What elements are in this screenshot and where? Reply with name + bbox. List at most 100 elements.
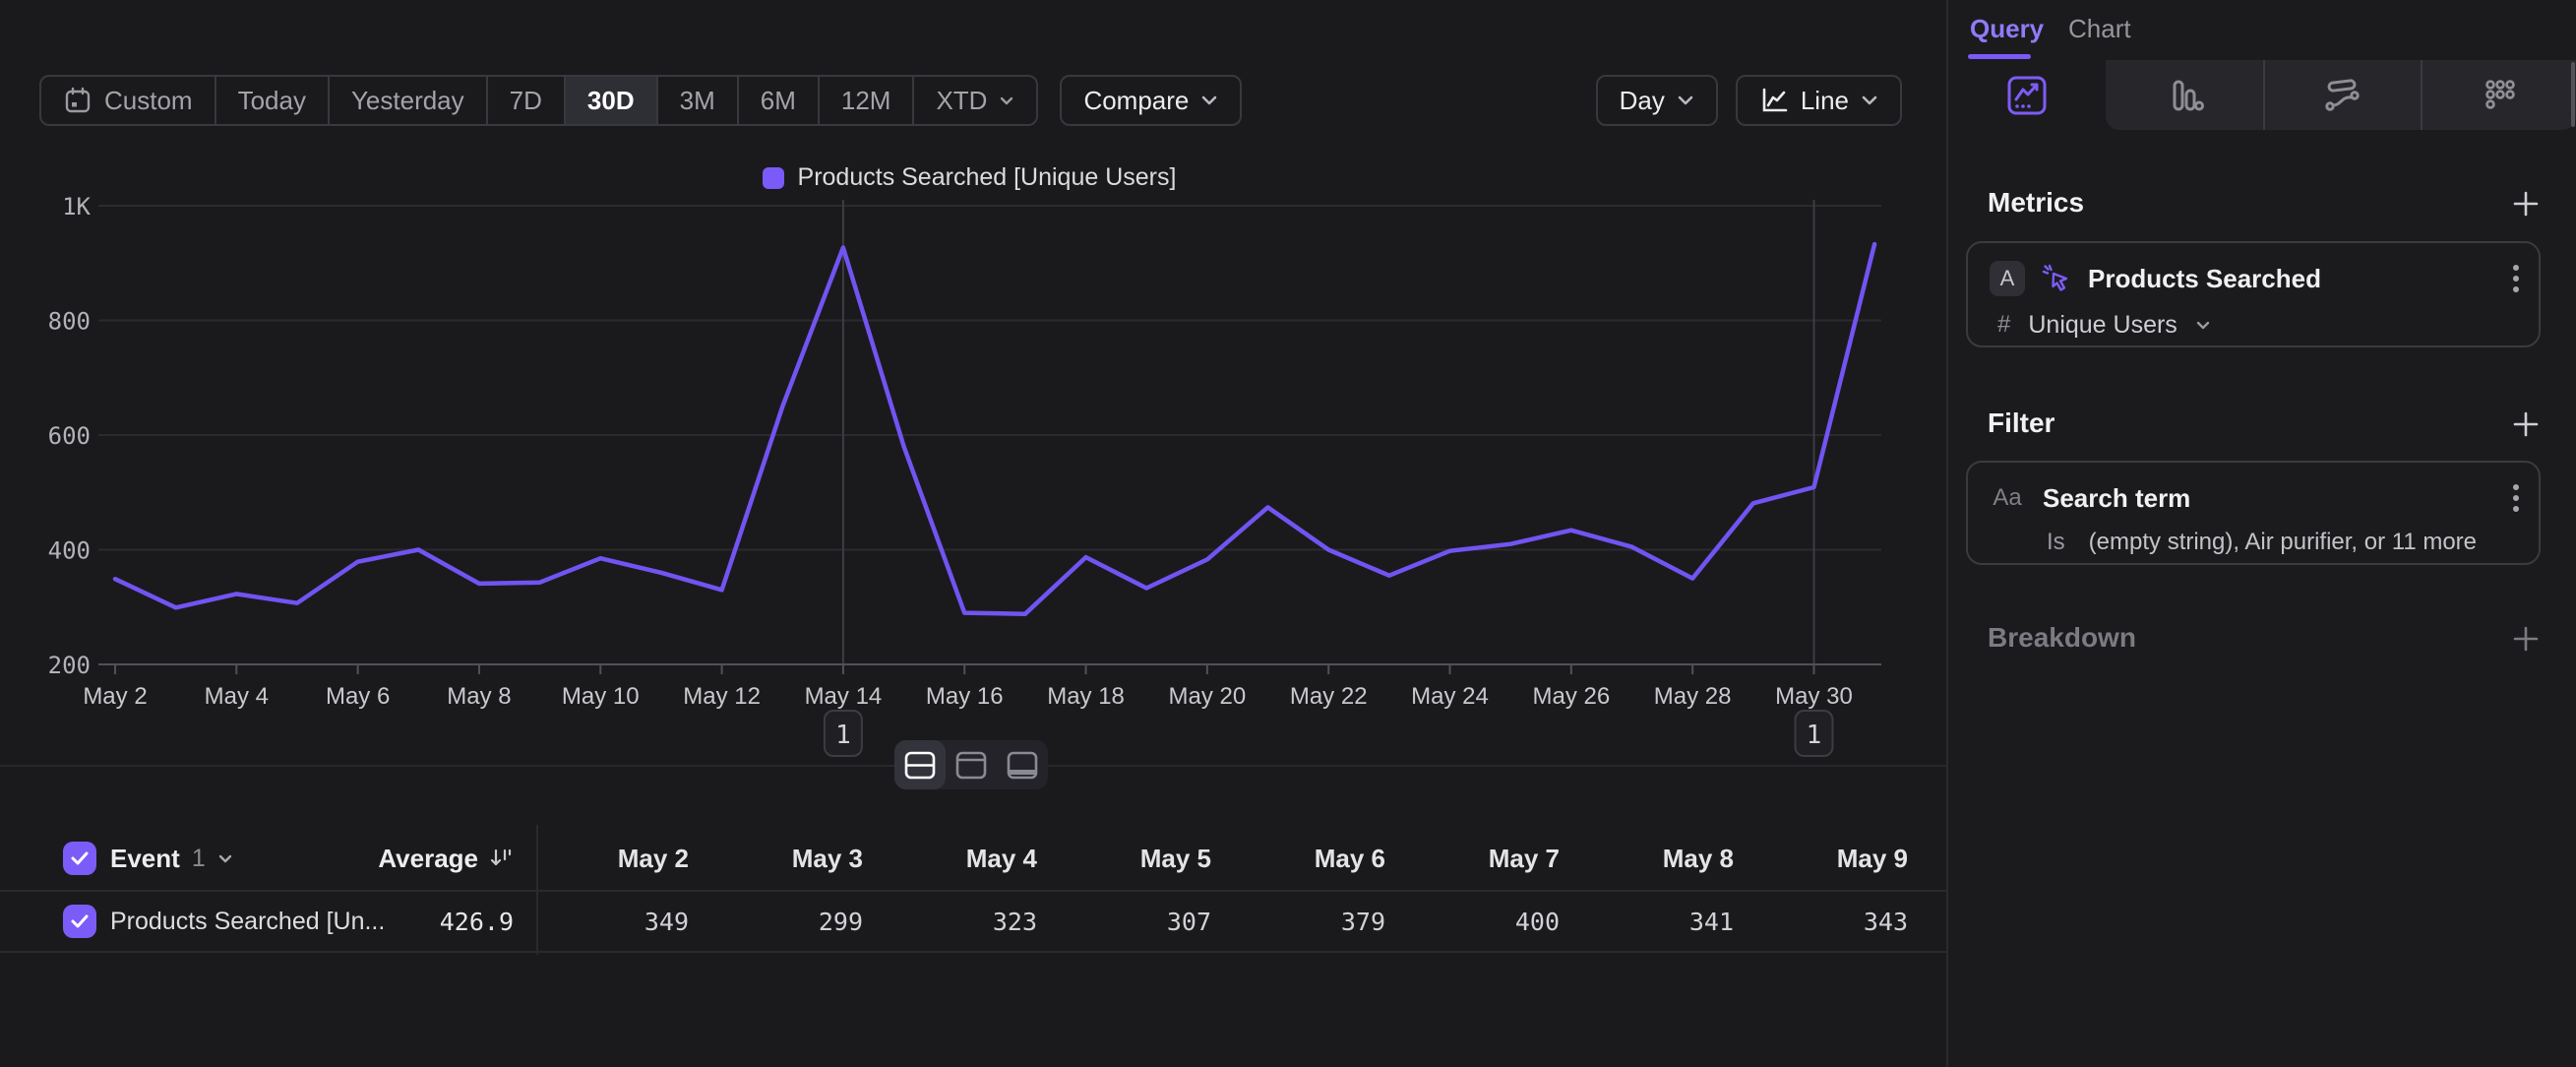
date-cell-value: 349 <box>521 892 689 951</box>
chevron-down-icon[interactable] <box>217 853 233 864</box>
date-column-header: May 9 <box>1741 827 1908 890</box>
select-all-checkbox[interactable] <box>63 842 96 875</box>
event-count: 1 <box>192 845 206 873</box>
x-tick-label: May 10 <box>562 683 640 710</box>
chevron-down-icon <box>999 95 1014 106</box>
measure-selector[interactable]: Unique Users <box>2028 311 2177 340</box>
series-line[interactable] <box>115 244 1874 614</box>
layout-panel-top-toggle[interactable] <box>946 740 997 789</box>
x-tick-label: May 4 <box>205 683 269 710</box>
results-table: Event 1 Average May 2May 3May 4May 5May … <box>0 827 1946 953</box>
date-range-custom[interactable]: Custom <box>41 77 216 124</box>
metrics-section-title: Metrics <box>1988 187 2084 219</box>
panel-scrollbar[interactable] <box>2571 62 2575 127</box>
granularity-button[interactable]: Day <box>1596 75 1718 126</box>
filter-menu-button[interactable] <box>2511 484 2521 512</box>
filter-value[interactable]: (empty string), Air purifier, or 11 more <box>2089 529 2477 556</box>
chart-type-label: Line <box>1801 86 1849 116</box>
query-panel: Query Chart Metrics A Products Searched <box>1948 0 2576 1067</box>
sort-descending-icon[interactable] <box>488 846 514 871</box>
filter-card[interactable]: Aa Search term Is (empty string), Air pu… <box>1966 461 2541 565</box>
event-click-icon <box>2041 263 2072 294</box>
tab-line-chart[interactable] <box>1948 60 2106 130</box>
add-breakdown-button[interactable] <box>2511 624 2541 654</box>
date-column-header: May 6 <box>1218 827 1385 890</box>
line-chart[interactable]: May 2May 4May 6May 8May 10May 12May 14Ma… <box>0 192 1946 792</box>
calendar-icon <box>63 86 92 115</box>
date-cell-value: 341 <box>1566 892 1734 951</box>
date-cell-value: 400 <box>1392 892 1560 951</box>
date-column-header: May 3 <box>696 827 863 890</box>
date-column-header: May 5 <box>1044 827 1211 890</box>
event-column-header: Event <box>110 844 180 874</box>
compare-label: Compare <box>1083 86 1189 116</box>
date-cell-value: 379 <box>1218 892 1385 951</box>
property-type-badge: Aa <box>1990 484 2025 512</box>
tab-query[interactable]: Query <box>1970 14 2044 44</box>
row-checkbox[interactable] <box>63 905 96 938</box>
date-range-yesterday[interactable]: Yesterday <box>330 77 488 124</box>
metric-menu-button[interactable] <box>2511 265 2521 292</box>
y-tick-label: 800 <box>48 308 91 336</box>
date-range-7d[interactable]: 7D <box>488 77 566 124</box>
x-tick-label: May 14 <box>805 683 883 710</box>
filter-section-title: Filter <box>1988 408 2055 439</box>
tab-data-grid[interactable] <box>2421 60 2576 130</box>
add-metric-button[interactable] <box>2511 189 2541 219</box>
date-cell-value: 323 <box>870 892 1037 951</box>
date-cell-value: 307 <box>1044 892 1211 951</box>
date-column-header: May 7 <box>1392 827 1560 890</box>
annotation-badge-label: 1 <box>835 721 851 750</box>
date-column-header: May 4 <box>870 827 1037 890</box>
date-range-6m[interactable]: 6M <box>739 77 820 124</box>
average-column-header: Average <box>378 844 478 874</box>
table-header-row: Event 1 Average May 2May 3May 4May 5May … <box>0 827 1946 892</box>
date-range-30d[interactable]: 30D <box>566 77 658 124</box>
date-range-12m[interactable]: 12M <box>820 77 915 124</box>
line-chart-icon <box>1759 87 1789 114</box>
metric-card[interactable]: A Products Searched # Unique Users <box>1966 241 2541 347</box>
compare-button[interactable]: Compare <box>1060 75 1242 126</box>
tab-flow[interactable] <box>2263 60 2421 130</box>
chart-toolbar: CustomTodayYesterday7D30D3M6M12MXTD Comp… <box>39 75 1902 126</box>
date-range-group: CustomTodayYesterday7D30D3M6M12MXTD <box>39 75 1038 126</box>
legend-swatch <box>763 167 784 189</box>
chevron-down-icon <box>1200 94 1218 106</box>
y-tick-label: 600 <box>48 422 91 450</box>
row-average-value: 426.9 <box>440 908 514 936</box>
layout-toggle-group <box>894 740 1048 789</box>
filter-operator[interactable]: Is <box>2047 529 2065 556</box>
active-tab-underline <box>1968 54 2031 59</box>
tab-bar-chart[interactable] <box>2106 60 2263 130</box>
flow-icon <box>2320 74 2363 117</box>
y-tick-label: 400 <box>48 537 91 565</box>
metric-name: Products Searched <box>2088 264 2511 294</box>
x-tick-label: May 22 <box>1290 683 1368 710</box>
layout-panel-bottom-toggle[interactable] <box>997 740 1048 789</box>
date-cell-value: 299 <box>696 892 863 951</box>
chevron-down-icon <box>1861 94 1878 106</box>
x-tick-label: May 16 <box>926 683 1004 710</box>
chevron-down-icon <box>1677 94 1694 106</box>
date-range-xtd[interactable]: XTD <box>914 77 1036 124</box>
x-tick-label: May 28 <box>1654 683 1732 710</box>
date-range-today[interactable]: Today <box>216 77 330 124</box>
date-range-3m[interactable]: 3M <box>658 77 739 124</box>
chart-type-button[interactable]: Line <box>1736 75 1902 126</box>
x-tick-label: May 2 <box>83 683 147 710</box>
add-filter-button[interactable] <box>2511 409 2541 439</box>
chevron-down-icon <box>2195 320 2211 331</box>
table-row: Products Searched [Un... 426.9 349299323… <box>0 892 1946 953</box>
x-tick-label: May 18 <box>1047 683 1125 710</box>
breakdown-section-title: Breakdown <box>1988 622 2136 654</box>
date-column-header: May 2 <box>521 827 689 890</box>
metric-index-badge: A <box>1990 261 2025 296</box>
y-tick-label: 200 <box>48 652 91 679</box>
table-column-divider <box>536 825 538 955</box>
annotation-badge-label: 1 <box>1807 721 1822 750</box>
y-tick-label: 1K <box>62 193 91 220</box>
tab-chart[interactable]: Chart <box>2068 14 2131 44</box>
measure-prefix: # <box>1997 311 2010 339</box>
x-tick-label: May 20 <box>1169 683 1247 710</box>
layout-split-horizontal-toggle[interactable] <box>894 740 946 789</box>
